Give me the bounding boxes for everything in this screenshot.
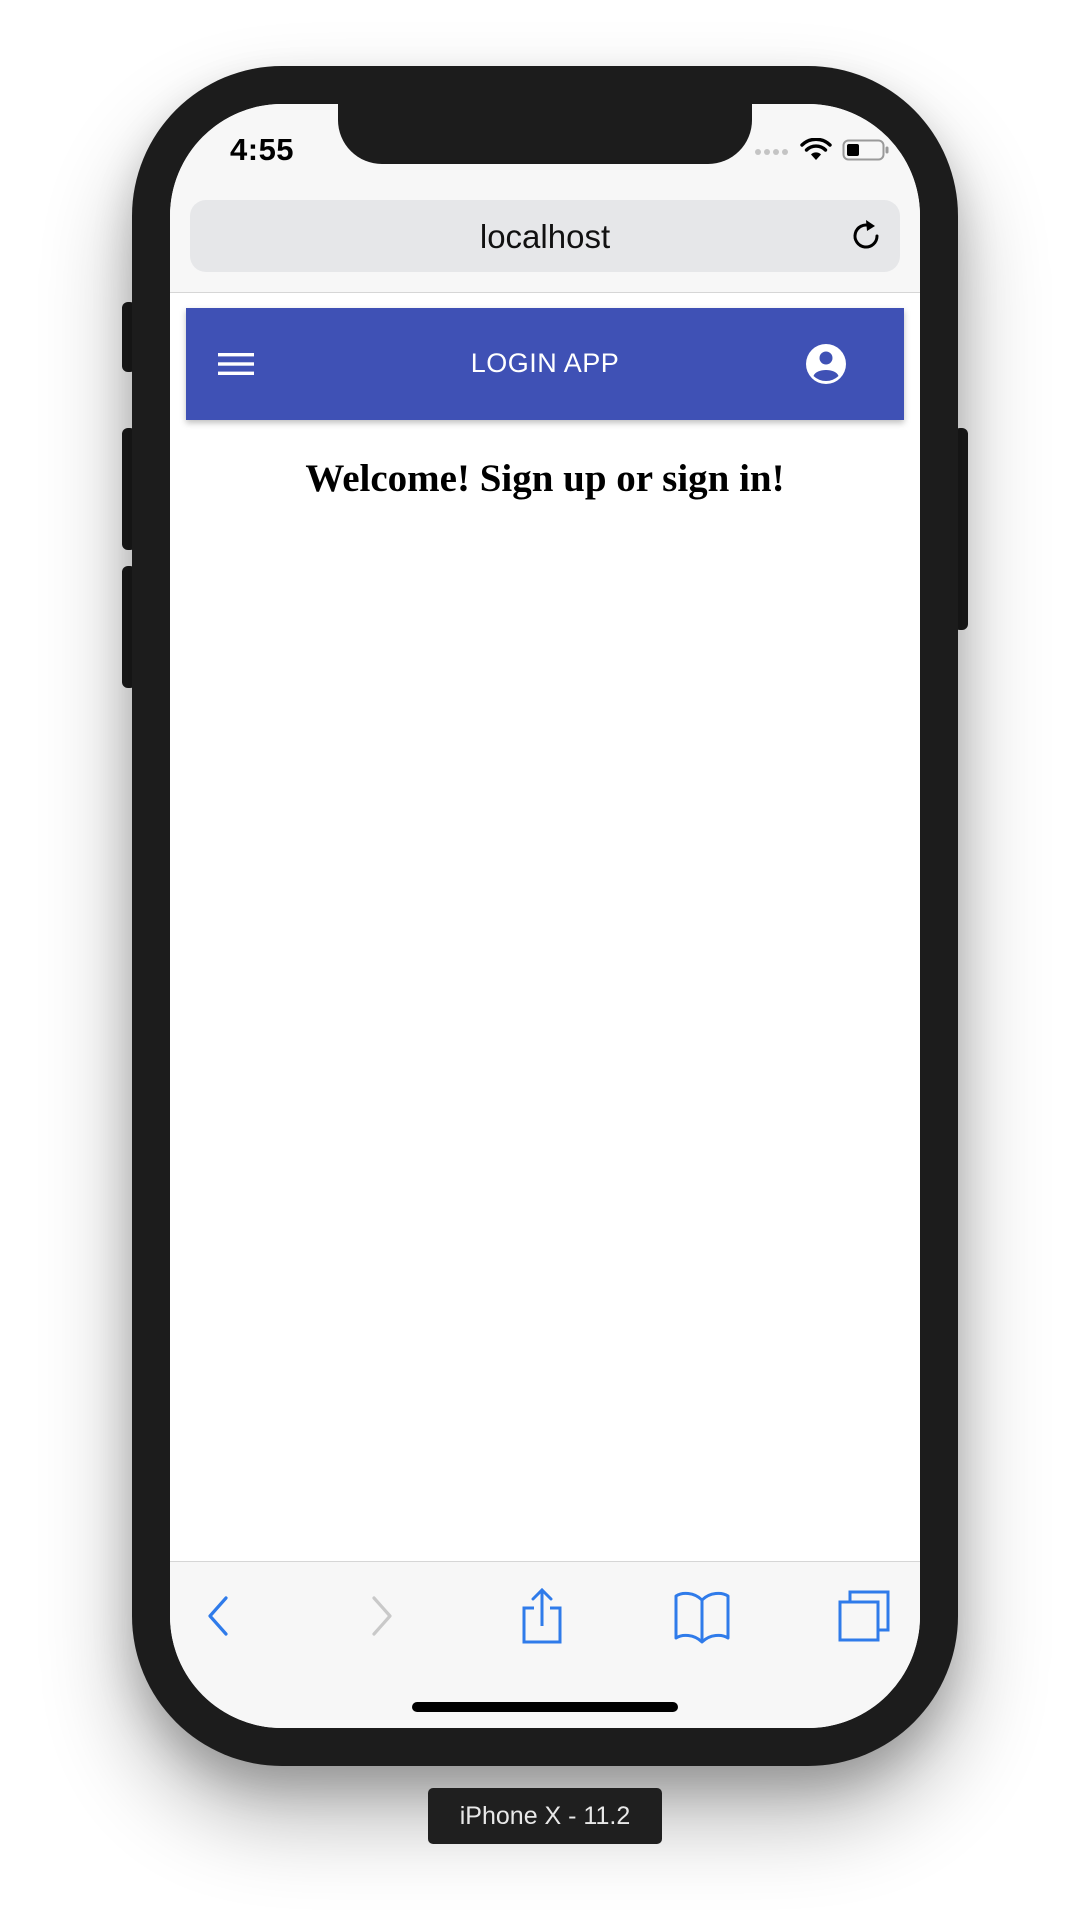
tabs-icon[interactable] bbox=[834, 1588, 894, 1644]
bookmarks-icon[interactable] bbox=[672, 1588, 732, 1644]
app-toolbar: LOGIN APP bbox=[186, 308, 904, 420]
address-bar[interactable]: localhost bbox=[190, 200, 900, 272]
device-screen: 4:55 localhost LOGIN APP Welcome! Sign u… bbox=[170, 104, 920, 1728]
wifi-icon bbox=[800, 138, 832, 160]
browser-bottom-toolbar bbox=[170, 1561, 920, 1728]
status-icons bbox=[754, 138, 890, 162]
share-icon[interactable] bbox=[512, 1588, 572, 1644]
cellular-signal-icon bbox=[755, 149, 788, 155]
account-circle-icon[interactable] bbox=[804, 342, 848, 386]
status-time: 4:55 bbox=[230, 132, 295, 167]
simulator-stage: 4:55 localhost LOGIN APP Welcome! Sign u… bbox=[0, 0, 1090, 1928]
battery-icon bbox=[842, 139, 889, 161]
device-notch bbox=[338, 104, 752, 164]
welcome-heading: Welcome! Sign up or sign in! bbox=[305, 457, 785, 500]
reload-icon[interactable] bbox=[848, 218, 884, 254]
forward-icon[interactable] bbox=[352, 1588, 412, 1644]
url-text: localhost bbox=[479, 218, 611, 255]
iphone-frame: 4:55 localhost LOGIN APP Welcome! Sign u… bbox=[132, 66, 958, 1766]
simulator-device-label: iPhone X - 11.2 bbox=[428, 1788, 662, 1844]
home-indicator[interactable] bbox=[412, 1702, 678, 1712]
app-title: LOGIN APP bbox=[470, 348, 620, 378]
back-icon[interactable] bbox=[192, 1588, 252, 1644]
